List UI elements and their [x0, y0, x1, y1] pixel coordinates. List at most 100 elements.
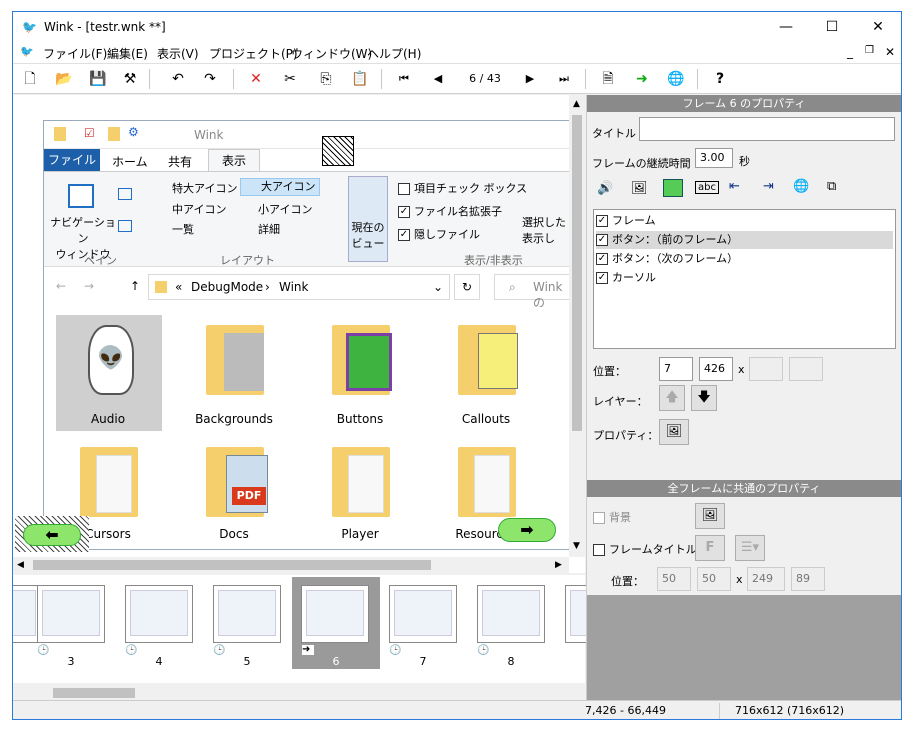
- pos-h-input[interactable]: [789, 357, 823, 381]
- folder-item-audio[interactable]: 👽 Audio: [56, 315, 162, 431]
- open-icon[interactable]: 📂: [53, 68, 75, 90]
- last-frame-icon[interactable]: ⏭: [553, 68, 575, 90]
- cut-icon[interactable]: ✂: [279, 68, 301, 90]
- properties-button[interactable]: 🖼: [659, 419, 689, 445]
- tab-home[interactable]: ホーム: [112, 153, 148, 170]
- item-checkbox-option[interactable]: 項目チェック ボックス: [398, 180, 527, 196]
- background-checkbox[interactable]: 背景: [593, 509, 631, 525]
- align-dropdown[interactable]: ☰▾: [735, 535, 765, 561]
- selected-frame-thumbnail[interactable]: ➜ 6: [292, 577, 380, 669]
- menu-project[interactable]: プロジェクト(P): [209, 45, 298, 62]
- up-icon[interactable]: ↑: [130, 279, 140, 293]
- layer-item-prev-button[interactable]: ✓ ボタン：（前のフレーム）: [596, 231, 893, 249]
- frame-thumbnail[interactable]: [477, 585, 545, 643]
- add-shape-icon[interactable]: [663, 179, 683, 197]
- maximize-button[interactable]: ☐: [809, 12, 855, 42]
- next-frame-overlay-button[interactable]: ➡: [498, 518, 556, 542]
- tab-file[interactable]: ファイル: [44, 149, 100, 171]
- breadcrumb-debugmode[interactable]: DebugMode: [191, 280, 263, 294]
- new-icon[interactable]: 🗋: [19, 68, 41, 90]
- frame-thumbnail[interactable]: [213, 585, 281, 643]
- menu-help[interactable]: ヘルプ(H): [367, 45, 421, 62]
- frame-thumbnail[interactable]: [37, 585, 105, 643]
- font-button[interactable]: F: [695, 535, 725, 561]
- close-button[interactable]: ✕: [855, 12, 901, 42]
- paste-icon[interactable]: 📋: [349, 68, 371, 90]
- pos-x-input[interactable]: 7: [659, 357, 693, 381]
- minimize-button[interactable]: —: [763, 12, 809, 42]
- menu-edit[interactable]: 編集(E): [107, 45, 148, 62]
- add-next-button-icon[interactable]: ⇥: [763, 179, 774, 194]
- layer-down-button[interactable]: 🡇: [691, 385, 717, 411]
- add-sound-icon[interactable]: 🔊: [597, 181, 613, 196]
- background-image-button[interactable]: 🖼: [695, 503, 725, 529]
- search-box[interactable]: ⌕ Winkの: [494, 274, 569, 310]
- menu-window[interactable]: ウィンドウ(W): [291, 45, 372, 62]
- first-frame-icon[interactable]: ⏮: [393, 68, 415, 90]
- export-arrow-icon[interactable]: ➜: [631, 68, 653, 90]
- save-icon[interactable]: 💾: [87, 68, 109, 90]
- frame-thumbnail[interactable]: [125, 585, 193, 643]
- extension-checkbox-option[interactable]: ✓ ファイル名拡張子: [398, 203, 502, 219]
- browser-preview-icon[interactable]: 🌐: [665, 68, 687, 90]
- hidden-checkbox-option[interactable]: ✓ 隠しファイル: [398, 226, 480, 242]
- frame-thumbnail[interactable]: [389, 585, 457, 643]
- m-icons-option[interactable]: 中アイコン: [172, 201, 226, 217]
- frame-title-checkbox[interactable]: フレームタイトル: [593, 541, 697, 557]
- redo-icon[interactable]: ↷: [199, 68, 221, 90]
- mdi-restore-button[interactable]: ❐: [865, 45, 874, 56]
- frame-canvas[interactable]: ☑ ⚙ Wink ファイル ホーム 共有 表示 ナビゲーション ウィンドウ ペイ…: [13, 95, 585, 573]
- menu-view[interactable]: 表示(V): [157, 45, 199, 62]
- common-pos-x[interactable]: 50: [657, 567, 691, 591]
- mdi-minimize-button[interactable]: _: [847, 45, 853, 59]
- add-prev-button-icon[interactable]: ⇤: [729, 179, 740, 194]
- common-pos-y[interactable]: 50: [697, 567, 731, 591]
- details-pane-icon[interactable]: [118, 220, 132, 232]
- duration-input[interactable]: 3.00: [695, 148, 733, 168]
- canvas-horizontal-scrollbar[interactable]: ◀ ▶: [13, 557, 569, 573]
- address-bar[interactable]: « DebugMode › Wink ⌄: [148, 274, 450, 300]
- wizard-icon[interactable]: ⚒: [119, 68, 141, 90]
- layer-list[interactable]: ✓ フレーム ✓ ボタン：（前のフレーム） ✓ ボタン：（次のフレーム） ✓ カーソル: [593, 209, 896, 349]
- add-image-icon[interactable]: 🖼: [631, 181, 648, 196]
- add-frame-button-icon[interactable]: ⧉: [827, 179, 836, 194]
- preview-pane-icon[interactable]: [118, 188, 132, 200]
- next-frame-icon[interactable]: ▶: [519, 68, 541, 90]
- layer-item-next-button[interactable]: ✓ ボタン：（次のフレーム）: [596, 250, 893, 268]
- folder-item-callouts[interactable]: Callouts: [434, 315, 540, 431]
- render-icon[interactable]: 🗎: [597, 68, 619, 90]
- help-icon[interactable]: ?: [709, 68, 731, 90]
- common-pos-w[interactable]: 249: [747, 567, 785, 591]
- layer-item-cursor[interactable]: ✓ カーソル: [596, 269, 893, 287]
- forward-icon[interactable]: →: [84, 279, 94, 293]
- folder-item-docs[interactable]: PDF Docs: [182, 441, 288, 549]
- canvas-vertical-scrollbar[interactable]: ▲ ▼: [569, 95, 585, 557]
- xl-icons-option[interactable]: 特大アイコン: [172, 180, 237, 196]
- mdi-close-button[interactable]: ✕: [885, 45, 895, 59]
- tab-share[interactable]: 共有: [168, 153, 192, 170]
- title-input[interactable]: [639, 117, 895, 141]
- s-icons-option[interactable]: 小アイコン: [258, 201, 312, 217]
- details-option[interactable]: 詳細: [258, 221, 280, 237]
- folder-item-player[interactable]: Player: [308, 441, 414, 549]
- chevron-down-icon[interactable]: ⌄: [433, 280, 443, 294]
- undo-icon[interactable]: ↶: [167, 68, 189, 90]
- back-icon[interactable]: ←: [56, 279, 66, 293]
- copy-icon[interactable]: ⎘: [315, 68, 337, 90]
- breadcrumb-wink[interactable]: Wink: [279, 280, 309, 294]
- pos-y-input[interactable]: 426: [699, 357, 733, 381]
- l-icons-option[interactable]: 大アイコン: [240, 178, 320, 196]
- nav-pane-icon[interactable]: [68, 184, 94, 208]
- common-pos-h[interactable]: 89: [791, 567, 825, 591]
- current-view-button[interactable]: 現在の ビュー: [348, 176, 388, 262]
- delete-icon[interactable]: ✕: [245, 68, 267, 90]
- cursor-hatch-box[interactable]: [322, 136, 354, 166]
- folder-item-backgrounds[interactable]: Backgrounds: [182, 315, 288, 431]
- strip-scrollbar[interactable]: [13, 685, 585, 701]
- tab-view[interactable]: 表示: [208, 149, 260, 172]
- add-url-button-icon[interactable]: 🌐: [793, 179, 809, 194]
- folder-item-buttons[interactable]: Buttons: [308, 315, 414, 431]
- layer-up-button[interactable]: 🡅: [659, 385, 685, 411]
- refresh-icon[interactable]: ↻: [454, 274, 480, 300]
- prev-frame-icon[interactable]: ◀: [427, 68, 449, 90]
